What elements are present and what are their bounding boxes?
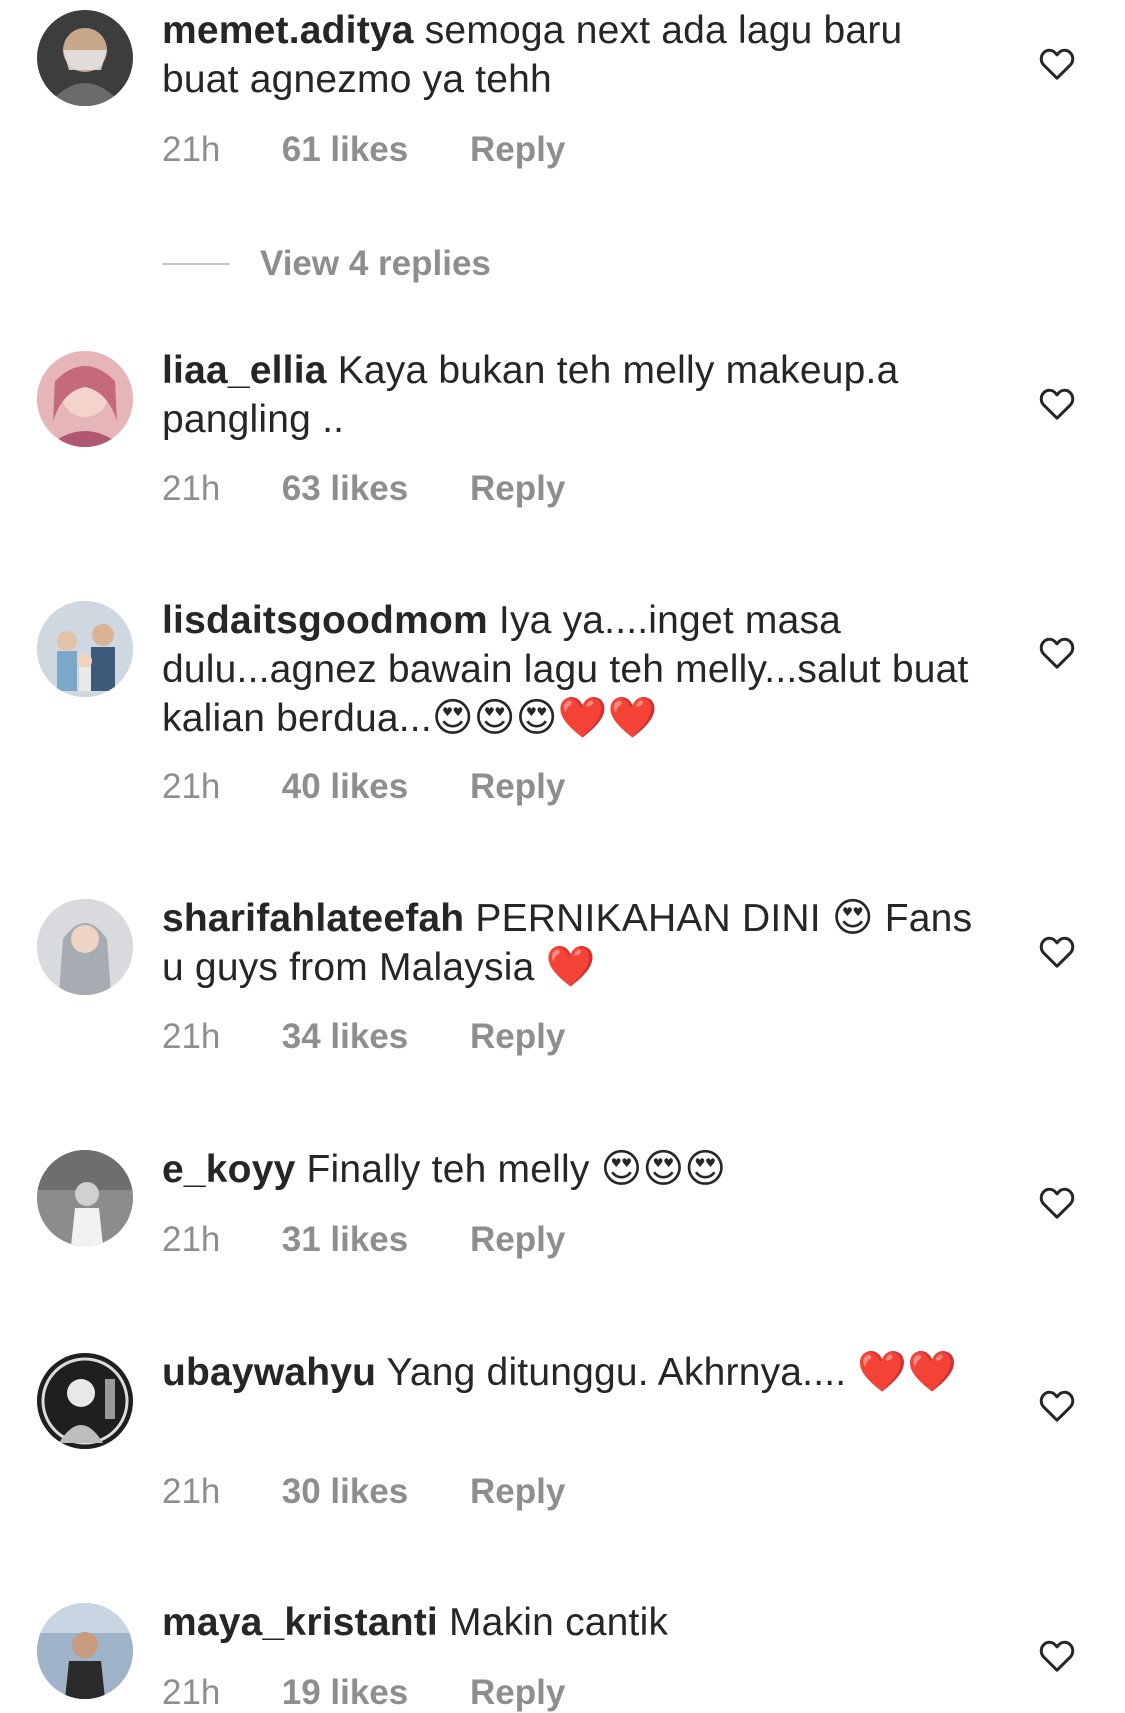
comment-time: 21h bbox=[162, 1220, 221, 1259]
view-replies-label[interactable]: View 4 replies bbox=[260, 244, 491, 284]
comment-emoji: ❤️❤️ bbox=[857, 1349, 958, 1395]
comment-emoji-2: ❤️ bbox=[545, 944, 596, 990]
reply-button[interactable]: Reply bbox=[470, 1220, 565, 1260]
reply-button[interactable]: Reply bbox=[470, 1472, 565, 1512]
view-replies[interactable]: View 4 replies bbox=[162, 242, 491, 286]
comment-username[interactable]: liaa_ellia bbox=[162, 349, 327, 392]
avatar[interactable] bbox=[37, 10, 133, 106]
comment-emoji: 😍😍😍 bbox=[600, 1146, 727, 1192]
comment-text: ubaywahyu Yang ditunggu. Akhrnya.... ❤️❤… bbox=[162, 1348, 982, 1397]
comment-likes[interactable]: 40 likes bbox=[282, 767, 409, 807]
avatar[interactable] bbox=[37, 351, 133, 447]
comment-likes[interactable]: 34 likes bbox=[282, 1017, 409, 1057]
comment-meta: 21h 31 likes Reply bbox=[162, 1220, 565, 1260]
avatar[interactable] bbox=[37, 1150, 133, 1246]
comment-meta: 21h 19 likes Reply bbox=[162, 1673, 565, 1713]
comment-text: sharifahlateefah PERNIKAHAN DINI 😍 Fans … bbox=[162, 894, 982, 992]
comment-username[interactable]: maya_kristanti bbox=[162, 1601, 438, 1644]
reply-button[interactable]: Reply bbox=[470, 1673, 565, 1713]
comment-username[interactable]: sharifahlateefah bbox=[162, 897, 464, 940]
comment-time: 21h bbox=[162, 1673, 221, 1712]
heart-icon[interactable] bbox=[1037, 1386, 1077, 1426]
comment-username[interactable]: e_koyy bbox=[162, 1148, 295, 1191]
heart-icon[interactable] bbox=[1037, 932, 1077, 972]
comment-likes[interactable]: 31 likes bbox=[282, 1220, 409, 1260]
heart-icon[interactable] bbox=[1037, 1636, 1077, 1676]
comment-likes[interactable]: 19 likes bbox=[282, 1673, 409, 1713]
heart-icon[interactable] bbox=[1037, 44, 1077, 84]
comment-emoji: 😍 bbox=[831, 895, 874, 941]
reply-button[interactable]: Reply bbox=[470, 767, 565, 807]
comment-username[interactable]: lisdaitsgoodmom bbox=[162, 599, 488, 642]
comment-body: PERNIKAHAN DINI bbox=[475, 897, 821, 940]
comment-body: Yang ditunggu. Akhrnya.... bbox=[386, 1351, 847, 1394]
reply-button[interactable]: Reply bbox=[470, 130, 565, 170]
heart-icon[interactable] bbox=[1037, 384, 1077, 424]
comment-likes[interactable]: 30 likes bbox=[282, 1472, 409, 1512]
comment-meta: 21h 61 likes Reply bbox=[162, 130, 565, 170]
comment-time: 21h bbox=[162, 469, 221, 508]
comment-text: lisdaitsgoodmom Iya ya....inget masa dul… bbox=[162, 596, 982, 743]
comment-meta: 21h 30 likes Reply bbox=[162, 1472, 565, 1512]
avatar[interactable] bbox=[37, 1603, 133, 1699]
divider-line bbox=[162, 263, 230, 265]
avatar[interactable] bbox=[37, 601, 133, 697]
heart-icon[interactable] bbox=[1037, 1183, 1077, 1223]
comment-text: memet.aditya semoga next ada lagu baru b… bbox=[162, 6, 982, 104]
reply-button[interactable]: Reply bbox=[470, 1017, 565, 1057]
comment-likes[interactable]: 61 likes bbox=[282, 130, 409, 170]
comment-username[interactable]: ubaywahyu bbox=[162, 1351, 376, 1394]
comment-time: 21h bbox=[162, 130, 221, 169]
comment-time: 21h bbox=[162, 767, 221, 806]
heart-icon[interactable] bbox=[1037, 633, 1077, 673]
comment-meta: 21h 40 likes Reply bbox=[162, 767, 565, 807]
comment-emoji: 😍😍😍❤️❤️ bbox=[431, 695, 658, 741]
comment-time: 21h bbox=[162, 1472, 221, 1511]
avatar[interactable] bbox=[37, 1353, 133, 1449]
comment-time: 21h bbox=[162, 1017, 221, 1056]
comment-likes[interactable]: 63 likes bbox=[282, 469, 409, 509]
comment-text: maya_kristanti Makin cantik bbox=[162, 1598, 982, 1647]
comment-body: Makin cantik bbox=[449, 1601, 669, 1644]
comment-meta: 21h 34 likes Reply bbox=[162, 1017, 565, 1057]
comment-body: Finally teh melly bbox=[306, 1148, 590, 1191]
avatar[interactable] bbox=[37, 899, 133, 995]
comment-text: liaa_ellia Kaya bukan teh melly makeup.a… bbox=[162, 346, 982, 444]
comment-meta: 21h 63 likes Reply bbox=[162, 469, 565, 509]
reply-button[interactable]: Reply bbox=[470, 469, 565, 509]
comment-text: e_koyy Finally teh melly 😍😍😍 bbox=[162, 1145, 982, 1194]
comment-username[interactable]: memet.aditya bbox=[162, 9, 414, 52]
